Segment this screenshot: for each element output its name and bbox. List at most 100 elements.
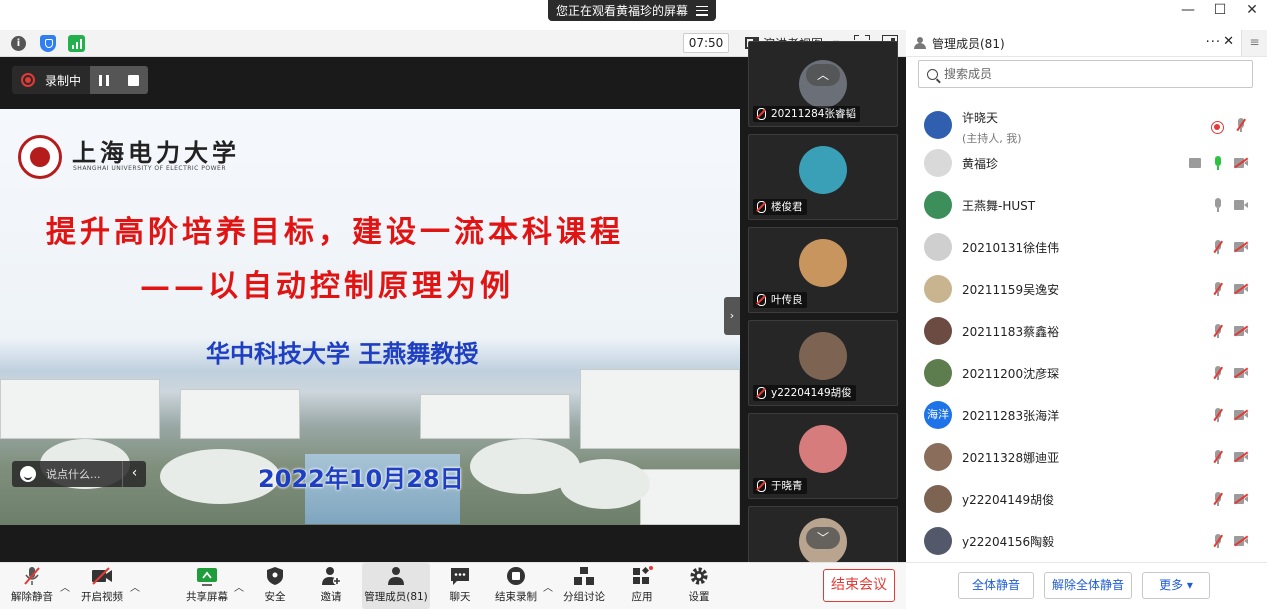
mic-muted-icon[interactable] — [1236, 118, 1246, 132]
invite-button[interactable]: 邀请 — [314, 563, 348, 609]
mic-muted-icon[interactable] — [1213, 450, 1223, 464]
mic-muted-icon[interactable] — [1213, 282, 1223, 296]
camera-off-icon[interactable] — [1234, 452, 1248, 462]
recording-controls — [90, 66, 148, 94]
screen-share-banner[interactable]: 您正在观看黄福珍的屏幕 — [548, 0, 716, 21]
mic-icon[interactable] — [1213, 156, 1223, 170]
participant-thumbnail[interactable]: 于晓青 — [748, 413, 898, 499]
shield-icon[interactable] — [40, 35, 56, 52]
camera-off-icon[interactable] — [1234, 242, 1248, 252]
university-name-en: SHANGHAI UNIVERSITY OF ELECTRIC POWER — [73, 165, 227, 172]
side-menu-icon[interactable]: ≡ — [1241, 30, 1267, 56]
unmute-all-button[interactable]: 解除全体静音 — [1044, 572, 1132, 599]
mic-muted-icon[interactable] — [1213, 324, 1223, 338]
mic-muted-icon[interactable] — [1213, 366, 1223, 380]
member-row[interactable]: 20211159吴逸安 — [906, 268, 1267, 310]
member-row[interactable]: 20211183蔡鑫裕 — [906, 310, 1267, 352]
mic-icon[interactable] — [1213, 198, 1223, 212]
participant-thumbnail[interactable]: 楼俊君 — [748, 134, 898, 220]
stop-icon[interactable] — [127, 74, 139, 86]
university-name: 上海电力大学 — [72, 138, 240, 167]
minimize-icon[interactable]: — — [1181, 2, 1195, 18]
end-recording-button[interactable]: 结束录制 — [494, 563, 538, 609]
chat-placeholder[interactable]: 说点什么... — [46, 466, 101, 482]
camera-off-icon[interactable] — [1234, 536, 1248, 546]
chevron-up-icon[interactable]: ︿ — [130, 579, 140, 594]
close-icon[interactable]: ✕ — [1245, 2, 1259, 18]
apps-button[interactable]: 应用 — [627, 563, 657, 609]
participants-button[interactable]: 管理成员(81) — [362, 563, 430, 609]
settings-button[interactable]: 设置 — [684, 563, 714, 609]
pause-icon[interactable] — [99, 74, 110, 86]
unmute-button[interactable]: 解除静音 — [8, 563, 56, 609]
scroll-down-icon[interactable]: ﹀ — [806, 527, 840, 549]
collapse-thumbnails-button[interactable]: › — [724, 297, 740, 335]
search-input[interactable] — [944, 67, 1224, 81]
participant-thumbnail[interactable]: y22204149胡俊 — [748, 320, 898, 406]
member-row[interactable]: y22204156陶毅 — [906, 520, 1267, 562]
member-row[interactable]: 许晓天 (主持人, 我) — [906, 104, 1267, 146]
avatar — [924, 191, 952, 219]
participant-name: 楼俊君 — [753, 199, 807, 215]
camera-icon[interactable] — [1234, 200, 1248, 210]
mic-muted-icon[interactable] — [1213, 408, 1223, 422]
mute-all-button[interactable]: 全体静音 — [958, 572, 1034, 599]
university-seal-icon — [18, 135, 62, 179]
camera-off-icon[interactable] — [1234, 284, 1248, 294]
more-options-icon[interactable]: ··· — [1206, 35, 1221, 50]
participant-avatar — [799, 425, 847, 473]
mic-muted-icon[interactable] — [1213, 534, 1223, 548]
camera-off-icon[interactable] — [1234, 158, 1248, 168]
info-icon[interactable]: i — [11, 36, 26, 51]
banner-text: 您正在观看黄福珍的屏幕 — [555, 4, 688, 18]
menu-icon[interactable] — [696, 5, 708, 16]
member-search[interactable] — [918, 60, 1253, 88]
mic-muted-icon[interactable] — [1213, 492, 1223, 506]
camera-off-icon[interactable] — [1234, 326, 1248, 336]
network-signal-icon[interactable] — [68, 35, 85, 52]
breakout-button[interactable]: 分组讨论 — [562, 563, 606, 609]
chevron-up-icon[interactable]: ︿ — [543, 579, 553, 594]
end-recording-label: 结束录制 — [495, 591, 537, 603]
member-name: y22204156陶毅 — [962, 535, 1055, 549]
member-row[interactable]: 20211328娜迪亚 — [906, 436, 1267, 478]
chevron-up-icon[interactable]: ︿ — [60, 579, 70, 594]
start-video-label: 开启视频 — [81, 591, 123, 603]
camera-off-icon[interactable] — [1234, 494, 1248, 504]
share-screen-button[interactable]: 共享屏幕 — [184, 563, 230, 609]
member-row[interactable]: 20211200沈彦琛 — [906, 352, 1267, 394]
security-label: 安全 — [264, 591, 286, 603]
chat-button[interactable]: 聊天 — [444, 563, 476, 609]
maximize-icon[interactable]: ☐ — [1213, 2, 1227, 18]
security-button[interactable]: 安全 — [258, 563, 292, 609]
member-row[interactable]: y22204149胡俊 — [906, 478, 1267, 520]
camera-off-icon[interactable] — [1234, 410, 1248, 420]
avatar — [924, 443, 952, 471]
participants-panel-header: 管理成员(81) ··· ✕ ≡ — [906, 30, 1267, 57]
chevron-up-icon[interactable]: ︿ — [234, 579, 244, 594]
settings-label: 设置 — [688, 591, 710, 603]
close-panel-icon[interactable]: ✕ — [1223, 34, 1234, 49]
chat-quick-input[interactable]: 说点什么... ‹ — [12, 461, 146, 487]
scroll-up-icon[interactable]: ︿ — [806, 64, 840, 86]
mic-muted-icon[interactable] — [1213, 240, 1223, 254]
chevron-left-icon[interactable]: ‹ — [122, 461, 146, 487]
member-row[interactable]: 海洋 20211283张海洋 — [906, 394, 1267, 436]
emoji-icon[interactable] — [20, 466, 36, 482]
start-video-button[interactable]: 开启视频 — [78, 563, 126, 609]
camera-off-icon[interactable] — [1234, 368, 1248, 378]
breakout-label: 分组讨论 — [563, 591, 605, 603]
participant-avatar — [799, 146, 847, 194]
share-screen-label: 共享屏幕 — [186, 591, 228, 603]
member-row[interactable]: 黄福珍 — [906, 142, 1267, 184]
stop-record-icon — [507, 567, 525, 585]
slide-title-line2: ——以自动控制原理为例 — [140, 269, 514, 304]
member-row[interactable]: 20210131徐佳伟 — [906, 226, 1267, 268]
end-meeting-button[interactable]: 结束会议 — [823, 569, 895, 602]
avatar — [924, 275, 952, 303]
member-row[interactable]: 王燕舞-HUST — [906, 184, 1267, 226]
member-name: 20211159吴逸安 — [962, 283, 1060, 297]
participant-avatar — [799, 332, 847, 380]
participant-thumbnail[interactable]: 叶传良 — [748, 227, 898, 313]
more-button[interactable]: 更多 ▾ — [1142, 572, 1210, 599]
